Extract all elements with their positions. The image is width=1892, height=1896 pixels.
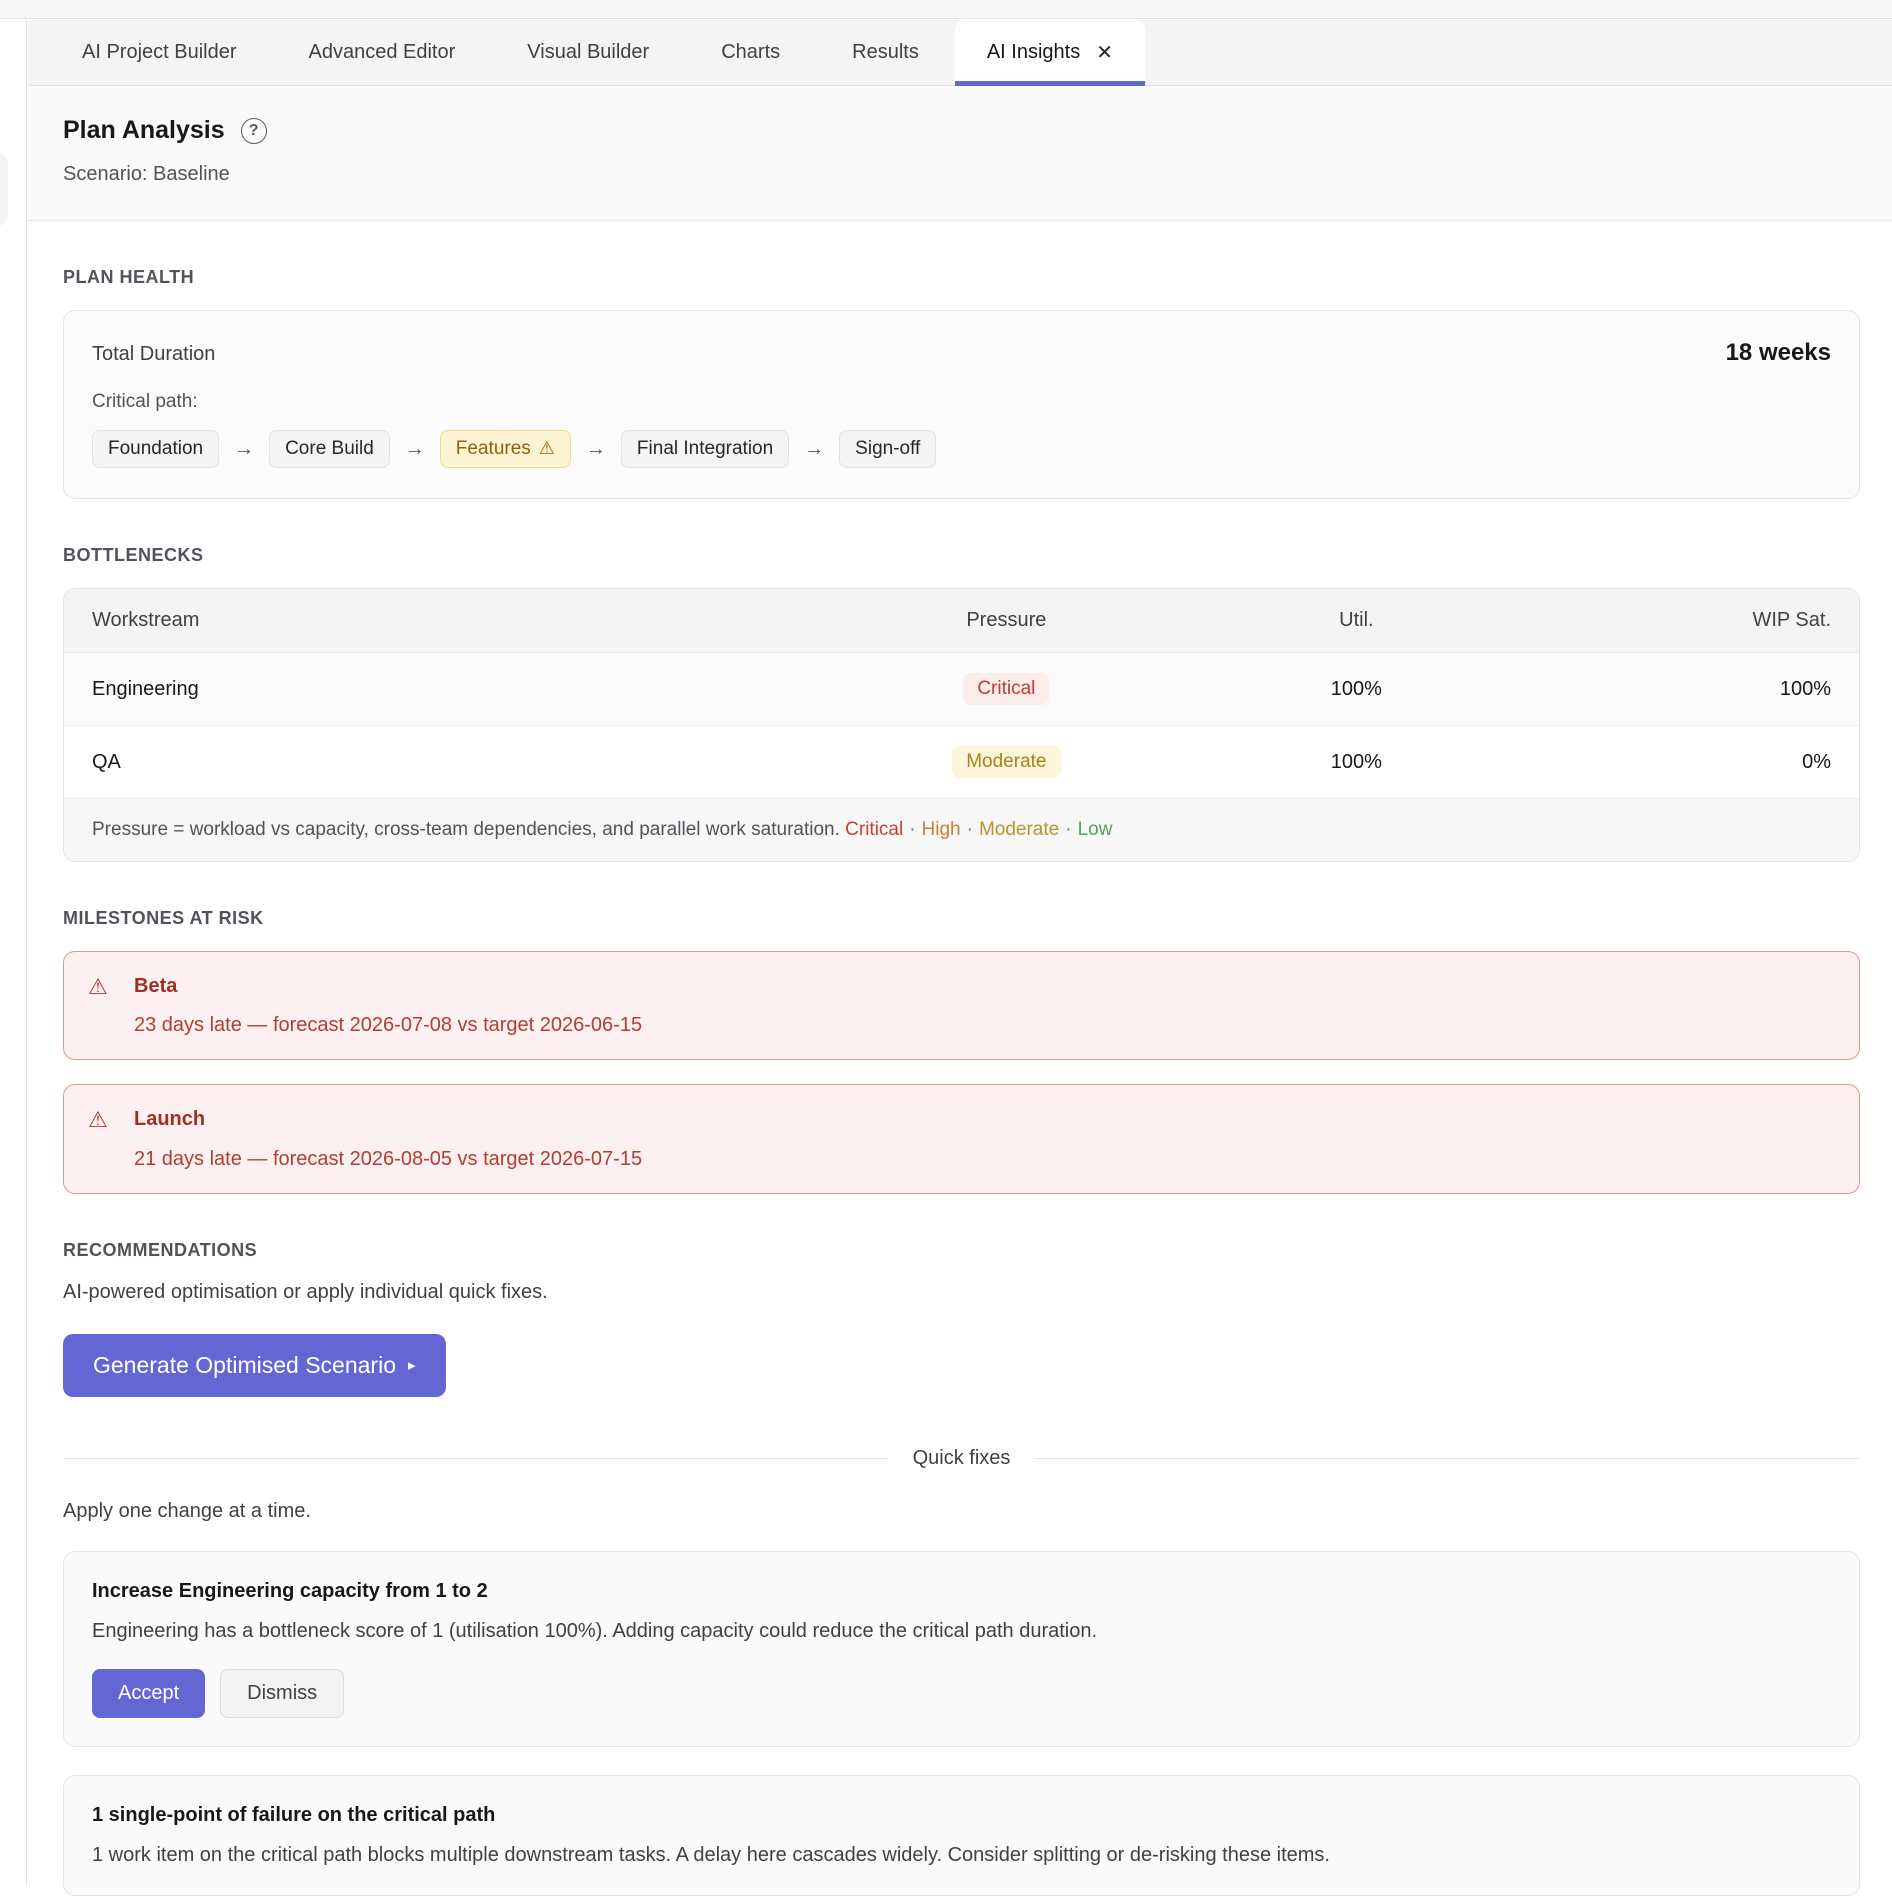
quick-fix-title: Increase Engineering capacity from 1 to … [92,1580,1831,1603]
accept-button[interactable]: Accept [92,1669,205,1718]
milestone-detail: 21 days late — forecast 2026-08-05 vs ta… [134,1148,1835,1171]
scenario-label: Scenario: Baseline [63,163,1892,186]
window-top-strip [0,0,1892,19]
warning-icon: ⚠ [88,1107,134,1133]
plan-health-card: Total Duration 18 weeks Critical path: F… [63,310,1860,499]
legend-text: Pressure = workload vs capacity, cross-t… [92,819,840,840]
milestone-card-launch: ⚠ Launch 21 days late — forecast 2026-08… [63,1084,1860,1193]
tab-charts[interactable]: Charts [685,20,816,85]
path-chip-sign-off[interactable]: Sign-off [839,430,936,468]
workstream-cell: Engineering [64,653,818,726]
divider-line [63,1458,889,1459]
path-chip-features[interactable]: Features ⚠ [440,430,571,468]
col-wip-sat: WIP Sat. [1518,589,1859,653]
util-cell: 100% [1195,726,1518,799]
bottlenecks-table: Workstream Pressure Util. WIP Sat. Engin… [63,588,1860,862]
quick-fix-description: 1 work item on the critical path blocks … [92,1844,1831,1867]
arrow-icon: → [586,438,606,461]
legend-moderate: Moderate [979,819,1059,840]
pressure-badge: Moderate [952,746,1060,778]
panel-header: Plan Analysis ? Scenario: Baseline [28,86,1892,221]
quick-fix-card-capacity: Increase Engineering capacity from 1 to … [63,1551,1860,1747]
legend-critical: Critical [845,819,903,840]
tab-visual-builder[interactable]: Visual Builder [491,20,685,85]
quick-fix-description: Engineering has a bottleneck score of 1 … [92,1620,1831,1643]
arrow-icon: → [405,438,425,461]
warning-icon: ⚠ [88,974,134,1000]
page-title: Plan Analysis [63,116,225,145]
section-milestones-at-risk: MILESTONES AT RISK [63,908,1860,929]
util-cell: 100% [1195,653,1518,726]
caret-right-icon: ▸ [408,1356,416,1374]
quick-fixes-label: Quick fixes [913,1447,1011,1470]
legend-separator: · [903,819,921,840]
warning-icon: ⚠ [539,438,555,458]
left-rail [0,20,27,1886]
table-header-row: Workstream Pressure Util. WIP Sat. [64,589,1859,653]
legend-low: Low [1078,819,1113,840]
wip-cell: 0% [1518,726,1859,799]
quick-fixes-divider: Quick fixes [63,1447,1860,1470]
help-icon[interactable]: ? [241,118,267,144]
tab-ai-insights-label: AI Insights [987,41,1080,64]
path-chip-foundation[interactable]: Foundation [92,430,219,468]
generate-optimised-scenario-button[interactable]: Generate Optimised Scenario ▸ [63,1334,446,1397]
col-pressure: Pressure [818,589,1195,653]
recommendations-subtitle: AI-powered optimisation or apply individ… [63,1281,1860,1304]
table-row: QA Moderate 100% 0% [64,726,1859,799]
pressure-badge: Critical [963,673,1049,705]
apply-note: Apply one change at a time. [63,1500,1860,1523]
tab-bar: AI Project Builder Advanced Editor Visua… [28,20,1892,86]
generate-button-label: Generate Optimised Scenario [93,1352,396,1379]
section-bottlenecks: BOTTLENECKS [63,545,1860,566]
quick-fix-card-spof: 1 single-point of failure on the critica… [63,1775,1860,1896]
tab-ai-project-builder[interactable]: AI Project Builder [46,20,273,85]
col-util: Util. [1195,589,1518,653]
total-duration-value: 18 weeks [1726,339,1831,367]
arrow-icon: → [804,438,824,461]
path-chip-core-build[interactable]: Core Build [269,430,390,468]
total-duration-label: Total Duration [92,343,215,366]
legend-separator: · [961,819,979,840]
close-icon[interactable]: ✕ [1096,40,1113,65]
side-panel-edge [0,152,8,226]
milestone-name: Launch [134,1107,1835,1131]
legend-separator: · [1059,819,1077,840]
milestone-name: Beta [134,974,1835,998]
dismiss-button[interactable]: Dismiss [220,1669,344,1718]
table-row: Engineering Critical 100% 100% [64,653,1859,726]
ai-insights-panel: AI Project Builder Advanced Editor Visua… [28,20,1892,1886]
critical-path-label: Critical path: [92,391,1831,413]
col-workstream: Workstream [64,589,818,653]
tab-advanced-editor[interactable]: Advanced Editor [273,20,492,85]
wip-cell: 100% [1518,653,1859,726]
active-tab-underline [955,81,1145,86]
section-recommendations: RECOMMENDATIONS [63,1240,1860,1261]
critical-path-chips: Foundation → Core Build → Features ⚠ → Fi… [92,430,1831,468]
divider-line [1034,1458,1860,1459]
workstream-cell: QA [64,726,818,799]
section-plan-health: PLAN HEALTH [63,267,1860,288]
pressure-legend: Pressure = workload vs capacity, cross-t… [64,798,1859,861]
milestone-card-beta: ⚠ Beta 23 days late — forecast 2026-07-0… [63,951,1860,1060]
tab-ai-insights[interactable]: AI Insights ✕ [955,20,1145,85]
path-chip-features-label: Features [456,438,531,459]
arrow-icon: → [234,438,254,461]
panel-content: PLAN HEALTH Total Duration 18 weeks Crit… [28,267,1892,1896]
legend-high: High [922,819,961,840]
tab-results[interactable]: Results [816,20,955,85]
milestone-detail: 23 days late — forecast 2026-07-08 vs ta… [134,1014,1835,1037]
quick-fix-title: 1 single-point of failure on the critica… [92,1804,1831,1827]
path-chip-final-integration[interactable]: Final Integration [621,430,789,468]
